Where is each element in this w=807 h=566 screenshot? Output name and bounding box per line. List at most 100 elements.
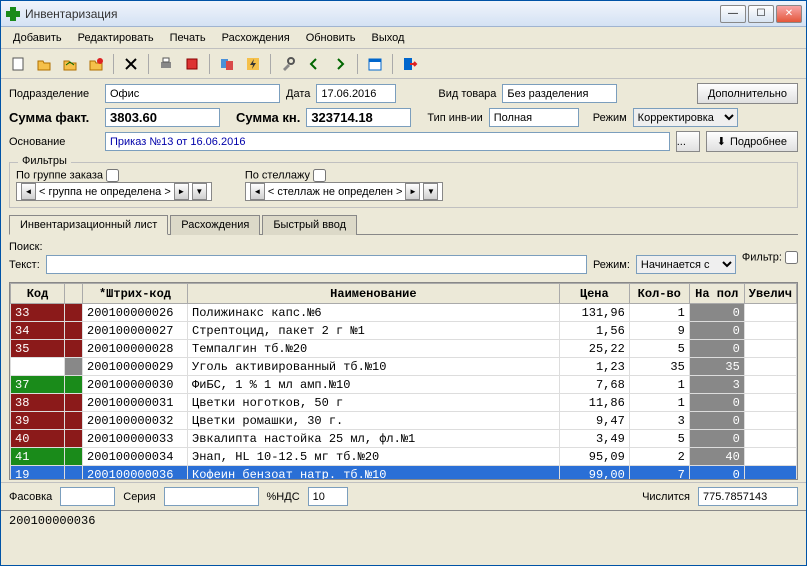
listed-input[interactable]: [698, 487, 798, 506]
tab-quick-entry[interactable]: Быстрый ввод: [262, 215, 357, 235]
delete-icon[interactable]: [120, 53, 142, 75]
series-input[interactable]: [164, 487, 259, 506]
sumfact-input[interactable]: [105, 108, 220, 127]
basis-browse-button[interactable]: ...: [676, 131, 700, 152]
chevron-left-icon[interactable]: ◄: [250, 183, 265, 200]
sumkn-input[interactable]: [306, 108, 411, 127]
table-row[interactable]: 36200100000029Уголь активированный тб.№1…: [11, 358, 797, 376]
new-icon[interactable]: [7, 53, 29, 75]
chevron-down-icon[interactable]: ▼: [192, 183, 207, 200]
cell-name: Темпалгин тб.№20: [188, 340, 560, 358]
cell-qty: 5: [629, 430, 689, 448]
search-input[interactable]: [46, 255, 587, 274]
extra-button[interactable]: Дополнительно: [697, 83, 798, 104]
filters-legend: Фильтры: [18, 155, 71, 167]
cell-code: 37: [11, 376, 65, 394]
cell-napol: 0: [689, 394, 744, 412]
app-window: Инвентаризация — ☐ ✕ Добавить Редактиров…: [0, 0, 807, 566]
invtype-input[interactable]: [489, 108, 579, 127]
filter-checkbox[interactable]: [785, 251, 798, 264]
cell-price: 99,00: [559, 466, 629, 481]
cell-name: Кофеин бензоат натр. тб.№10: [188, 466, 560, 481]
next-icon[interactable]: [329, 53, 351, 75]
tab-diffs[interactable]: Расхождения: [170, 215, 260, 235]
cell-barcode: 200100000031: [83, 394, 188, 412]
col-napol[interactable]: На пол: [689, 284, 744, 304]
basis-label: Основание: [9, 136, 99, 148]
bygroup-checkbox[interactable]: [106, 169, 119, 182]
table-row[interactable]: 40200100000033Эвкалипта настойка 25 мл, …: [11, 430, 797, 448]
data-grid[interactable]: Код *Штрих-код Наименование Цена Кол-во …: [9, 282, 798, 480]
cell-uvel: [744, 430, 796, 448]
chevron-right-icon[interactable]: ►: [174, 183, 189, 200]
form-area: Подразделение Дата Вид товара Дополнител…: [1, 79, 806, 160]
col-barcode[interactable]: *Штрих-код: [83, 284, 188, 304]
group-select[interactable]: ◄ < группа не определена > ► ▼: [16, 182, 212, 201]
cell-code: 35: [11, 340, 65, 358]
cell-uvel: [744, 412, 796, 430]
cell-price: 7,68: [559, 376, 629, 394]
maximize-button[interactable]: ☐: [748, 5, 774, 23]
byrack-checkbox[interactable]: [313, 169, 326, 182]
basis-input[interactable]: [105, 132, 670, 151]
open2-icon[interactable]: [59, 53, 81, 75]
mode-select[interactable]: Корректировка: [633, 108, 738, 127]
cell-qty: 2: [629, 448, 689, 466]
col-indicator[interactable]: [65, 284, 83, 304]
print-icon[interactable]: [155, 53, 177, 75]
menu-edit[interactable]: Редактировать: [70, 30, 162, 46]
table-row[interactable]: 34200100000027Стрептоцид, пакет 2 г №11,…: [11, 322, 797, 340]
menu-diffs[interactable]: Расхождения: [214, 30, 298, 46]
menu-refresh[interactable]: Обновить: [298, 30, 364, 46]
table-row[interactable]: 35200100000028Темпалгин тб.№2025,2250: [11, 340, 797, 358]
calendar-icon[interactable]: [364, 53, 386, 75]
minimize-button[interactable]: —: [720, 5, 746, 23]
series-label: Серия: [123, 491, 155, 503]
col-code[interactable]: Код: [11, 284, 65, 304]
sumkn-label: Сумма кн.: [236, 110, 300, 125]
menu-add[interactable]: Добавить: [5, 30, 70, 46]
cell-barcode: 200100000027: [83, 322, 188, 340]
cell-napol: 0: [689, 430, 744, 448]
menu-exit[interactable]: Выход: [364, 30, 413, 46]
search-mode-select[interactable]: Начинается с: [636, 255, 736, 274]
table-row[interactable]: 37200100000030ФиБС, 1 % 1 мл амп.№107,68…: [11, 376, 797, 394]
menu-print[interactable]: Печать: [162, 30, 214, 46]
date-input[interactable]: [316, 84, 396, 103]
table-row[interactable]: 33200100000026Полижинакс капс.№6131,9610: [11, 304, 797, 322]
chevron-right-icon[interactable]: ►: [405, 183, 420, 200]
chevron-left-icon[interactable]: ◄: [21, 183, 36, 200]
col-qty[interactable]: Кол-во: [629, 284, 689, 304]
flash-icon[interactable]: [242, 53, 264, 75]
nds-input[interactable]: [308, 487, 348, 506]
cell-napol: 0: [689, 466, 744, 481]
close-button[interactable]: ✕: [776, 5, 802, 23]
open-icon[interactable]: [33, 53, 55, 75]
table-row[interactable]: 41200100000034Энап, HL 10-12.5 мг тб.№20…: [11, 448, 797, 466]
subdiv-input[interactable]: [105, 84, 280, 103]
more-button[interactable]: ⬇Подробнее: [706, 131, 798, 152]
col-name[interactable]: Наименование: [188, 284, 560, 304]
col-price[interactable]: Цена: [559, 284, 629, 304]
chevron-down-icon[interactable]: ▼: [423, 183, 438, 200]
tools-icon[interactable]: [277, 53, 299, 75]
cell-barcode: 200100000026: [83, 304, 188, 322]
edit-folder-icon[interactable]: [85, 53, 107, 75]
exit-icon[interactable]: [399, 53, 421, 75]
cell-barcode: 200100000030: [83, 376, 188, 394]
prev-icon[interactable]: [303, 53, 325, 75]
cell-uvel: [744, 394, 796, 412]
table-row[interactable]: 19200100000036Кофеин бензоат натр. тб.№1…: [11, 466, 797, 481]
pack-input[interactable]: [60, 487, 115, 506]
table-row[interactable]: 39200100000032Цветки ромашки, 30 г.9,473…: [11, 412, 797, 430]
cell-indicator: [65, 394, 83, 412]
tab-inventory-sheet[interactable]: Инвентаризационный лист: [9, 215, 168, 235]
cell-barcode: 200100000033: [83, 430, 188, 448]
book-icon[interactable]: [181, 53, 203, 75]
cards-icon[interactable]: [216, 53, 238, 75]
col-uvel[interactable]: Увелич: [744, 284, 796, 304]
goodstype-input[interactable]: [502, 84, 617, 103]
cell-barcode: 200100000028: [83, 340, 188, 358]
table-row[interactable]: 38200100000031Цветки ноготков, 50 г11,86…: [11, 394, 797, 412]
rack-select[interactable]: ◄ < стеллаж не определен > ► ▼: [245, 182, 444, 201]
